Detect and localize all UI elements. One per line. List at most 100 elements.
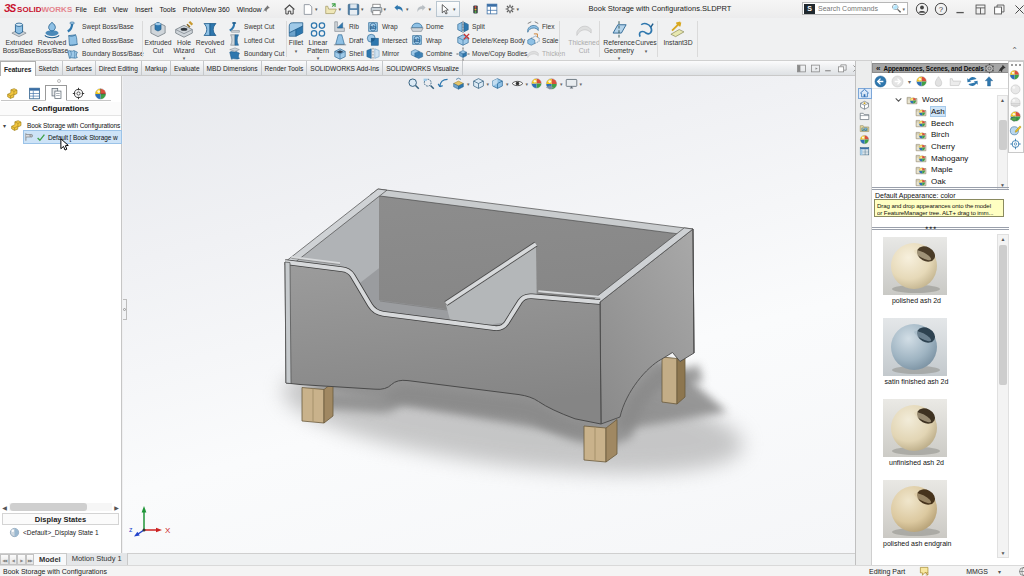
tree-collapse-icon[interactable]: ▾: [0, 122, 9, 129]
left-panel-hscrollbar[interactable]: ◀ ▶: [0, 502, 121, 512]
options-caret-icon[interactable]: ▾: [517, 6, 520, 12]
restore-button[interactable]: [990, 3, 1010, 16]
tp-tab-file-explorer[interactable]: [858, 111, 872, 122]
tab-sketch[interactable]: Sketch: [36, 61, 63, 76]
ribbon-flex-button[interactable]: Flex: [526, 20, 554, 33]
tp-tab-view-palette[interactable]: [858, 123, 872, 134]
menu-window[interactable]: Window: [233, 6, 265, 13]
pane-disabled-1[interactable]: [932, 75, 945, 88]
ribbon-swept-cut-button[interactable]: Swept Cut: [228, 20, 274, 33]
doc-minimize-icon[interactable]: [824, 64, 838, 73]
pane-appearances-button[interactable]: [915, 75, 928, 87]
tp-tab-resources[interactable]: [858, 88, 872, 99]
ribbon-collapse-icon[interactable]: ⌃: [1011, 46, 1018, 55]
ribbon-instant3d-button[interactable]: Instant3D: [657, 18, 699, 47]
motion-tab-model[interactable]: Model: [34, 553, 67, 565]
print-button[interactable]: ▾: [367, 1, 390, 17]
appearance-thumb-4[interactable]: polished ash endgrain: [883, 480, 950, 548]
graphics-area[interactable]: ▾▾▾▾▾▾ Xz: [123, 76, 855, 553]
tab-features[interactable]: Features: [0, 61, 36, 76]
tape-button-2[interactable]: ▶: [17, 554, 26, 565]
ribbon-delete-keep-body-button[interactable]: Delete/Keep Body: [456, 34, 525, 47]
apply-scene-button[interactable]: [545, 77, 558, 90]
tree-item-default-config[interactable]: Default [ Book Storage w: [24, 131, 121, 143]
section-view-caret-icon[interactable]: ▾: [467, 81, 470, 87]
search-input[interactable]: [815, 5, 892, 12]
thumbnails-scrollbar[interactable]: ▲▼: [997, 234, 1009, 558]
ribbon-shell-button[interactable]: Shell: [333, 47, 364, 60]
appearance-item-ash[interactable]: Ash: [872, 106, 996, 118]
zoom-area-button[interactable]: [422, 77, 435, 90]
ribbon-scale-button[interactable]: Scale: [526, 34, 559, 47]
hscroll-thumb[interactable]: [10, 503, 87, 511]
undo-button[interactable]: ▾: [389, 1, 412, 17]
ribbon-intersect-button[interactable]: Intersect: [366, 34, 407, 47]
menu-file[interactable]: File: [72, 6, 90, 13]
units-caret-icon[interactable]: ▾: [998, 568, 1001, 575]
help-button[interactable]: ?: [932, 2, 952, 16]
tree-expand-icon[interactable]: [894, 95, 903, 104]
apply-scene-caret-icon[interactable]: ▾: [560, 81, 563, 87]
close-button[interactable]: [1010, 3, 1024, 16]
section-view-button[interactable]: [452, 77, 465, 90]
panel-collapse-handle[interactable]: [123, 299, 127, 320]
display-style-button[interactable]: [491, 77, 504, 90]
menu-view[interactable]: View: [109, 6, 131, 13]
tab-render-tools[interactable]: Render Tools: [262, 61, 308, 76]
motion-tab-motion-study-1[interactable]: Motion Study 1: [67, 553, 128, 565]
menu-tools[interactable]: Tools: [156, 6, 179, 13]
tree-item-root[interactable]: ▾Book Storage with Configurations: [0, 119, 121, 131]
menu-pin-icon[interactable]: [262, 4, 271, 13]
hscroll-left-arrow[interactable]: ◀: [0, 504, 9, 511]
ribbon-dome-button[interactable]: Dome: [410, 20, 444, 33]
status-units-label[interactable]: MMGS: [966, 568, 988, 575]
pane-forward-caret-icon[interactable]: ▾: [908, 78, 911, 85]
previous-view-button[interactable]: [437, 77, 450, 90]
fm-tab-display[interactable]: [89, 85, 111, 101]
panel-grip[interactable]: [57, 79, 61, 83]
pane-forward-button[interactable]: [891, 75, 904, 88]
home-button[interactable]: [280, 1, 299, 17]
fly-decal-icon[interactable]: [1009, 96, 1023, 108]
open-button[interactable]: ▾: [321, 1, 345, 17]
new-document-button[interactable]: ▾: [299, 1, 321, 17]
toolbar-grip[interactable]: [1011, 64, 1021, 67]
tape-button-1[interactable]: ◀: [9, 554, 18, 565]
redo-caret-icon[interactable]: ▾: [429, 6, 432, 12]
scroll-thumb[interactable]: [999, 245, 1007, 385]
tab-mbd-dimensions[interactable]: MBD Dimensions: [204, 61, 262, 76]
login-button[interactable]: [912, 2, 932, 16]
appearance-item-oak[interactable]: Oak: [872, 176, 996, 188]
pane-refresh-button[interactable]: [966, 75, 979, 88]
caret-down-icon[interactable]: ▾: [625, 48, 667, 54]
save-caret-icon[interactable]: ▾: [361, 6, 364, 12]
pane-pin-icon[interactable]: [997, 63, 1007, 74]
fly-appearance2-icon[interactable]: [1009, 110, 1023, 122]
tab-evaluate[interactable]: Evaluate: [171, 61, 204, 76]
ribbon-lofted-cut-button[interactable]: Lofted Cut: [228, 34, 274, 47]
model-3d[interactable]: [123, 76, 855, 553]
ribbon-split-button[interactable]: Split: [456, 20, 485, 33]
appearance-item-beech[interactable]: Beech: [872, 117, 996, 129]
ribbon-swept-boss-button[interactable]: Swept Boss/Base: [66, 20, 134, 33]
search-box[interactable]: S 🔍 ▾: [802, 2, 908, 15]
appearance-thumb-1[interactable]: polished ash 2d: [883, 237, 950, 305]
status-sphere-icon[interactable]: [1018, 566, 1024, 576]
ribbon-boundary-boss-button[interactable]: Boundary Boss/Base: [66, 47, 144, 60]
expand-pane-icon[interactable]: «: [876, 64, 880, 73]
ribbon-combine-button[interactable]: Combine: [410, 47, 452, 60]
scroll-down-icon[interactable]: ▼: [998, 549, 1008, 557]
open-caret-icon[interactable]: ▾: [339, 6, 342, 12]
appearance-folder-wood[interactable]: Wood: [872, 94, 996, 106]
ribbon-rib-button[interactable]: Rib: [333, 20, 359, 33]
fly-scene-icon[interactable]: [1009, 83, 1023, 95]
menu-insert[interactable]: Insert: [131, 6, 156, 13]
ribbon-move-copy-bodies-button[interactable]: Move/Copy Bodies: [456, 47, 527, 60]
search-icon[interactable]: 🔍: [892, 4, 902, 14]
redo-button[interactable]: ▾: [412, 1, 435, 17]
next-doc-icon[interactable]: [811, 64, 825, 73]
appearance-thumb-2[interactable]: satin finished ash 2d: [883, 318, 950, 386]
zoom-fit-button[interactable]: [407, 77, 420, 90]
appearance-item-birch[interactable]: Birch: [872, 129, 996, 141]
pane-back-button[interactable]: [874, 75, 887, 88]
